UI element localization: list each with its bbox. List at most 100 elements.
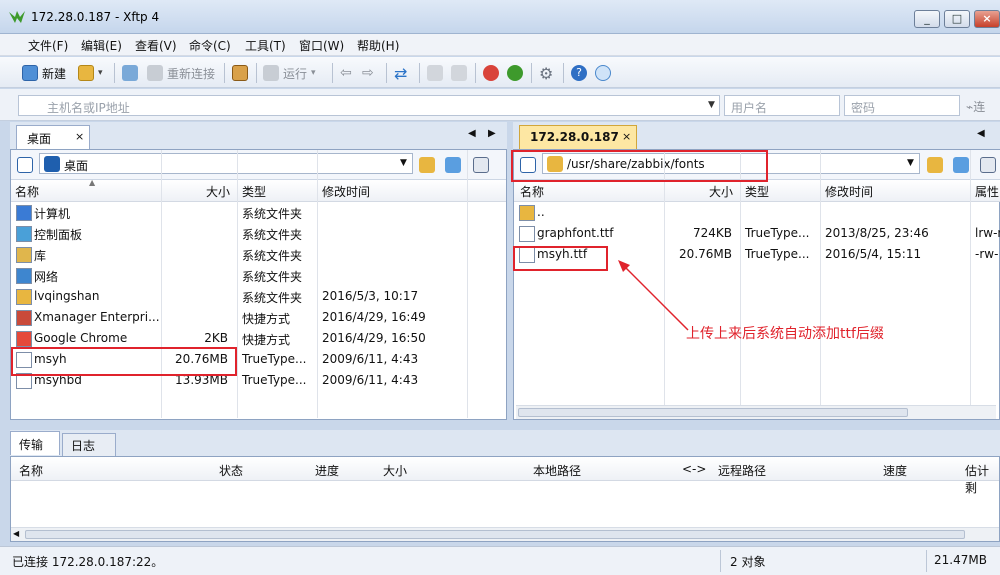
menu-tools[interactable]: 工具(T) xyxy=(245,37,286,54)
local-path-bar: 桌面 ▼ xyxy=(11,150,506,180)
cell-size: 2KB xyxy=(204,331,228,345)
column-type[interactable]: 类型 xyxy=(745,183,769,200)
column-progress[interactable]: 进度 xyxy=(315,462,339,479)
column-modified[interactable]: 修改时间 xyxy=(322,183,370,200)
parent-folder-button-icon[interactable] xyxy=(927,157,943,173)
local-path-text: 桌面 xyxy=(64,159,89,173)
tab-scroll-right-icon[interactable]: ▶ xyxy=(488,128,496,139)
column-name[interactable]: 名称 xyxy=(15,183,39,200)
column-size[interactable]: 大小 xyxy=(709,183,733,200)
path-dropdown-icon[interactable]: ▼ xyxy=(907,158,914,168)
sort-arrow-icon: ▲ xyxy=(89,178,96,187)
chrome-icon xyxy=(16,331,32,347)
copy-button[interactable] xyxy=(427,63,443,83)
menu-help[interactable]: 帮助(H) xyxy=(357,37,399,54)
open-folder-button[interactable]: ▾ xyxy=(78,63,103,83)
connect-button[interactable]: ⌁连 xyxy=(966,98,985,115)
scrollbar-thumb[interactable] xyxy=(518,408,908,417)
column-speed[interactable]: 速度 xyxy=(883,462,907,479)
menu-view[interactable]: 查看(V) xyxy=(135,37,177,54)
forward-button[interactable]: ⇨ xyxy=(362,63,374,83)
file-row[interactable]: Google Chrome 2KB 快捷方式 2016/4/29, 16:50 xyxy=(11,328,506,349)
column-attributes[interactable]: 属性 xyxy=(975,183,999,200)
file-row[interactable]: lvqingshan 系统文件夹 2016/5/3, 10:17 xyxy=(11,286,506,307)
column-name[interactable]: 名称 xyxy=(19,462,43,479)
tab-scroll-left-icon[interactable]: ◀ xyxy=(977,128,985,139)
toolbar-separator xyxy=(224,63,225,83)
speech-bubble-icon xyxy=(595,65,611,81)
cell-name: 计算机 xyxy=(34,207,71,221)
connect-button[interactable] xyxy=(122,63,138,83)
username-input[interactable]: 用户名 xyxy=(724,95,840,116)
local-path-combo[interactable]: 桌面 ▼ xyxy=(39,153,413,174)
path-dropdown-icon[interactable]: ▼ xyxy=(400,158,407,168)
column-type[interactable]: 类型 xyxy=(242,183,266,200)
column-name[interactable]: 名称 xyxy=(520,183,544,200)
file-row[interactable]: 控制面板 系统文件夹 xyxy=(11,223,506,244)
tab-label: 传输 xyxy=(19,438,44,452)
column-direction[interactable]: <-> xyxy=(682,462,706,476)
cell-type: TrueType... xyxy=(745,226,810,240)
xftp-button[interactable] xyxy=(507,63,523,83)
tab-close-icon[interactable]: × xyxy=(75,130,84,143)
column-size[interactable]: 大小 xyxy=(383,462,407,479)
maximize-button[interactable]: □ xyxy=(944,10,970,28)
run-button[interactable]: 运行 ▾ xyxy=(263,63,316,83)
cell-name: Xmanager Enterpri... xyxy=(34,310,160,324)
paste-button[interactable] xyxy=(451,63,467,83)
horizontal-scrollbar[interactable]: ◀ xyxy=(11,527,999,541)
column-remote-path[interactable]: 远程路径 xyxy=(718,462,766,479)
xshell-button[interactable] xyxy=(483,63,499,83)
menu-window[interactable]: 窗口(W) xyxy=(299,37,344,54)
menu-file[interactable]: 文件(F) xyxy=(28,37,68,54)
view-options-icon[interactable] xyxy=(473,157,489,173)
new-session-button[interactable]: 新建 xyxy=(22,63,66,83)
view-options-icon[interactable] xyxy=(980,157,996,173)
panel-view-icon[interactable] xyxy=(17,157,33,173)
tab-scroll-left-icon[interactable]: ◀ xyxy=(468,128,476,139)
tab-log[interactable]: 日志 xyxy=(62,433,116,457)
help-button[interactable]: ? xyxy=(571,63,587,83)
file-row[interactable]: 网络 系统文件夹 xyxy=(11,265,506,286)
help-icon: ? xyxy=(571,65,587,81)
horizontal-scrollbar[interactable] xyxy=(516,405,996,419)
column-status[interactable]: 状态 xyxy=(219,462,243,479)
file-row[interactable]: 库 系统文件夹 xyxy=(11,244,506,265)
run-icon xyxy=(263,65,279,81)
tab-desktop[interactable]: 桌面 × xyxy=(16,125,90,149)
column-size[interactable]: 大小 xyxy=(206,183,230,200)
toolbar-separator xyxy=(531,63,532,83)
file-row[interactable]: Xmanager Enterpri... 快捷方式 2016/4/29, 16:49 xyxy=(11,307,506,328)
sync-button[interactable]: ⇄ xyxy=(394,63,407,83)
back-button[interactable]: ⇦ xyxy=(340,63,352,83)
host-dropdown-icon[interactable]: ▼ xyxy=(708,100,715,110)
file-row[interactable]: graphfont.ttf 724KB TrueType... 2013/8/25, … xyxy=(514,223,1000,244)
reconnect-button[interactable]: 重新连接 xyxy=(147,63,215,83)
tab-remote-host[interactable]: 172.28.0.187 × xyxy=(519,125,637,149)
refresh-icon[interactable] xyxy=(445,157,461,173)
file-row[interactable]: .. xyxy=(514,202,999,223)
minimize-button[interactable]: _ xyxy=(914,10,940,28)
cell-name: Google Chrome xyxy=(34,331,128,345)
cell-modified: 2016/5/4, 15:11 xyxy=(825,247,922,261)
tab-close-icon[interactable]: × xyxy=(622,130,631,143)
close-button[interactable]: × xyxy=(974,10,1000,28)
menu-command[interactable]: 命令(C) xyxy=(189,37,231,54)
scroll-left-icon[interactable]: ◀ xyxy=(13,529,19,538)
column-eta[interactable]: 估计剩 xyxy=(965,462,999,496)
parent-folder-button-icon[interactable] xyxy=(419,157,435,173)
tab-transfer[interactable]: 传输 xyxy=(10,431,60,455)
host-input[interactable]: 主机名或IP地址 xyxy=(18,95,720,116)
file-row[interactable]: 计算机 系统文件夹 xyxy=(11,202,506,223)
status-bar: 已连接 172.28.0.187:22。 2 对象 21.47MB xyxy=(0,546,1000,575)
column-local-path[interactable]: 本地路径 xyxy=(533,462,581,479)
settings-button[interactable]: ⚙ xyxy=(539,63,553,83)
scrollbar-thumb[interactable] xyxy=(25,530,965,539)
refresh-icon[interactable] xyxy=(953,157,969,173)
chat-button[interactable] xyxy=(595,63,611,83)
password-input[interactable]: 密码 xyxy=(844,95,960,116)
cell-name: 库 xyxy=(34,249,47,263)
column-modified[interactable]: 修改时间 xyxy=(825,183,873,200)
properties-button[interactable] xyxy=(232,63,248,83)
menu-edit[interactable]: 编辑(E) xyxy=(81,37,122,54)
